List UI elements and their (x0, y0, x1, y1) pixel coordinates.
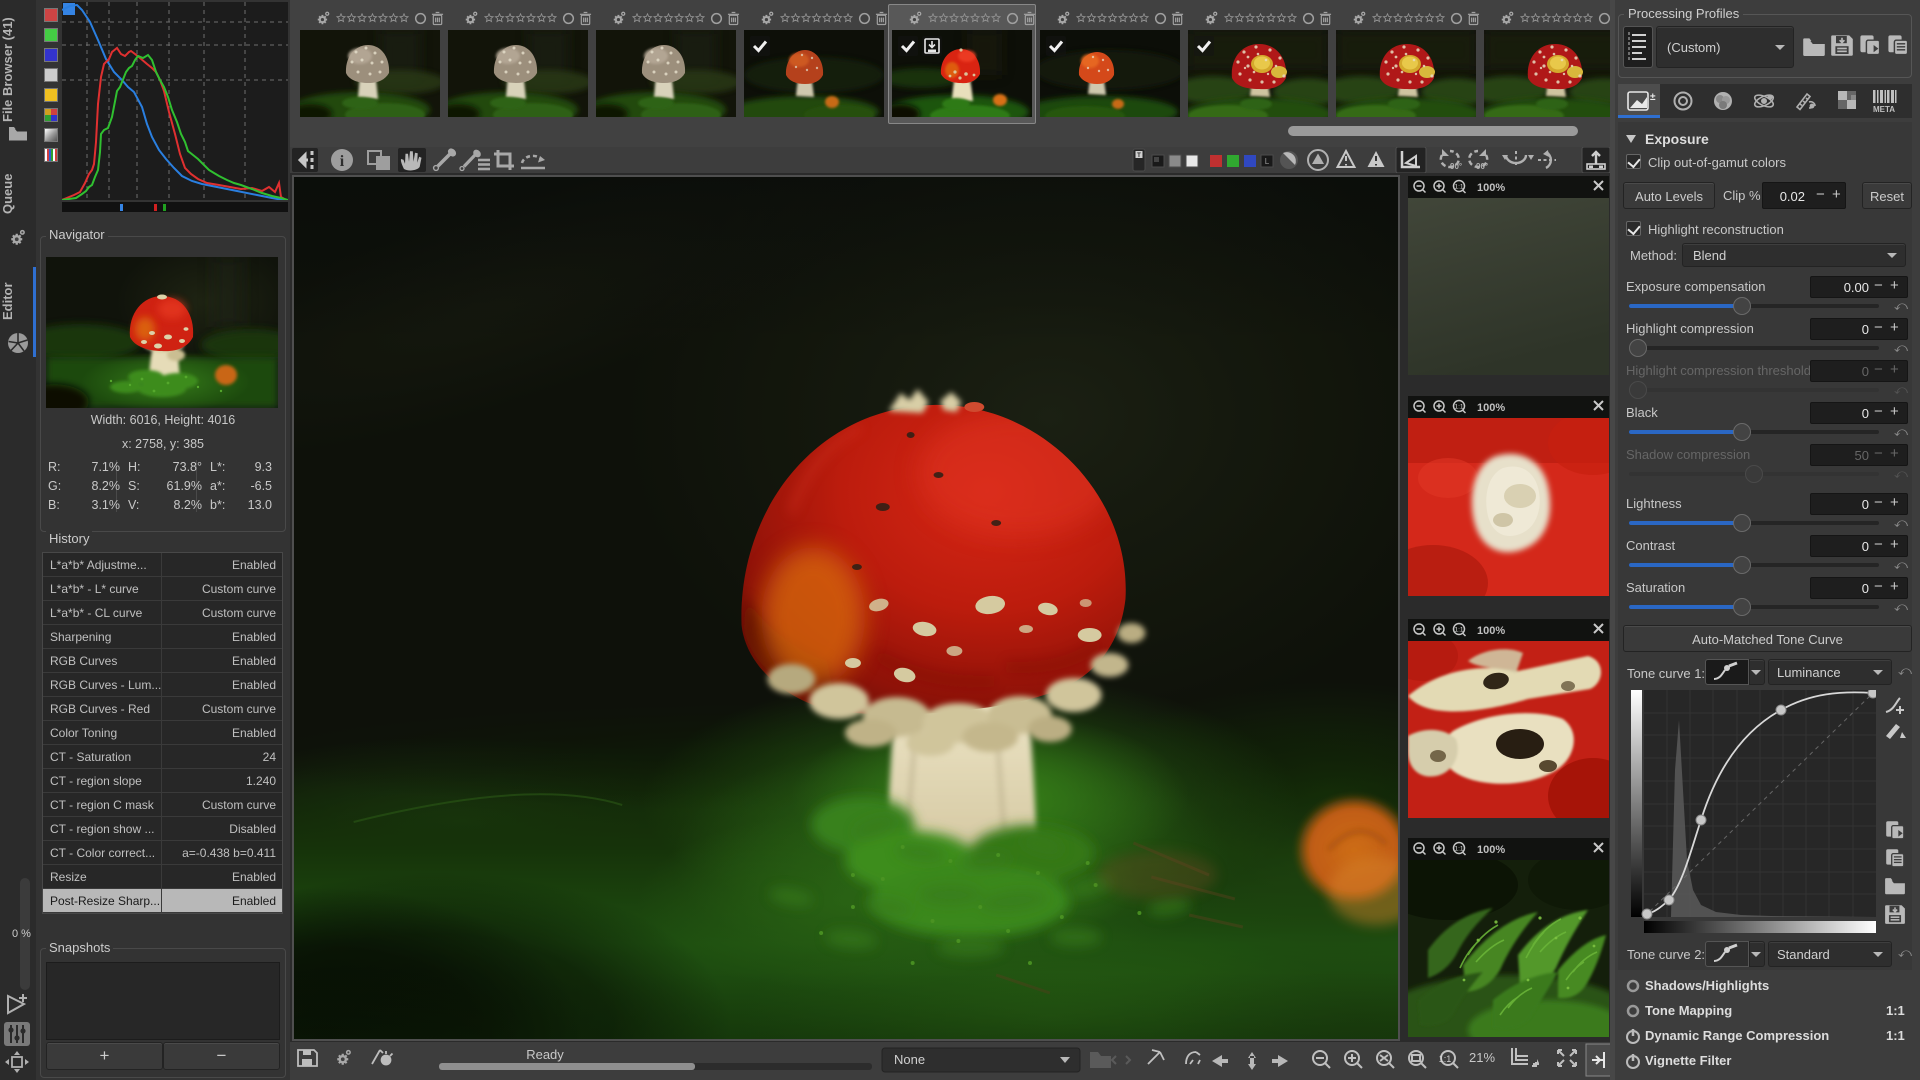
svg-text:T: T (1137, 153, 1141, 159)
svg-text:i: i (340, 153, 345, 170)
svg-text:None: None (894, 1052, 925, 1067)
svg-text:90°: 90° (1450, 162, 1462, 171)
svg-text:21%: 21% (1469, 1050, 1495, 1065)
svg-text:±: ± (1650, 92, 1656, 103)
svg-text:90°: 90° (1476, 162, 1488, 171)
svg-text:META: META (1873, 105, 1895, 114)
svg-text:L: L (1265, 157, 1270, 166)
svg-text:Ready: Ready (526, 1047, 564, 1062)
svg-text:1:1: 1:1 (1439, 1054, 1452, 1064)
